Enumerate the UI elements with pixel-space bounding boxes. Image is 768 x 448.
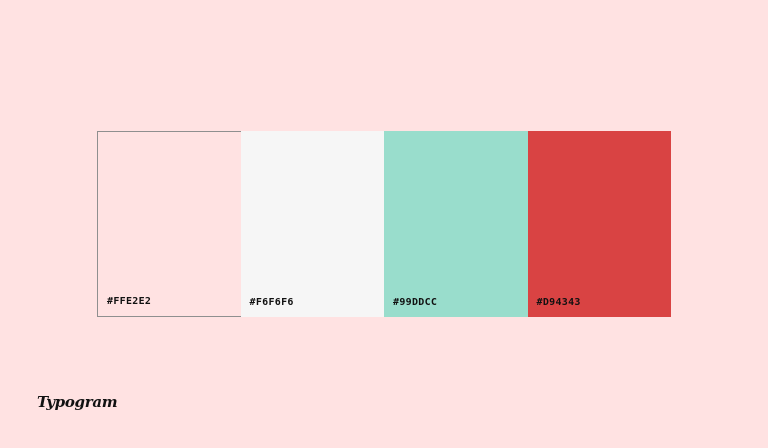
swatch-hex-label: #FFE2E2: [107, 296, 152, 307]
swatch-hex-label: #F6F6F6: [249, 297, 294, 308]
color-swatch-1: #FFE2E2: [97, 131, 241, 317]
swatch-hex-label: #D94343: [536, 297, 581, 308]
color-swatch-3: #99DDCC: [384, 131, 528, 317]
color-palette: #FFE2E2 #F6F6F6 #99DDCC #D94343: [97, 131, 671, 317]
swatch-hex-label: #99DDCC: [393, 297, 438, 308]
brand-logo: Typogram: [37, 393, 118, 411]
color-swatch-2: #F6F6F6: [240, 131, 384, 317]
color-swatch-4: #D94343: [527, 131, 671, 317]
